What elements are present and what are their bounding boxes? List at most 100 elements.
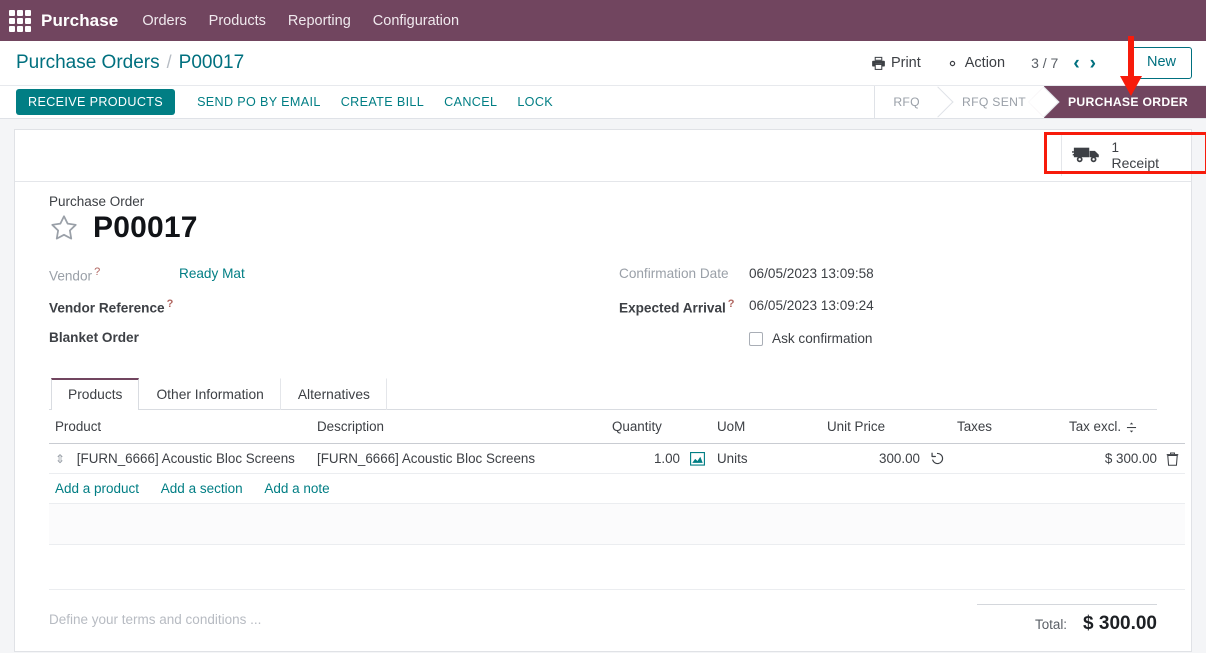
- new-button[interactable]: New: [1130, 47, 1192, 79]
- add-a-note-link[interactable]: Add a note: [264, 481, 329, 496]
- expected-arrival-help-icon[interactable]: ?: [728, 298, 735, 310]
- add-a-product-link[interactable]: Add a product: [55, 481, 139, 496]
- action-button[interactable]: Action: [933, 51, 1017, 75]
- add-a-section-link[interactable]: Add a section: [161, 481, 243, 496]
- field-vendor: Vendor? Ready Mat: [49, 263, 619, 295]
- send-po-by-email-button[interactable]: SEND PO BY EMAIL: [187, 90, 331, 114]
- control-panel-right: Print Action 3 / 7 ‹ › New: [859, 47, 1192, 79]
- control-panel: Purchase Orders / P00017 Print Action 3 …: [0, 41, 1206, 86]
- nav-menu-products[interactable]: Products: [209, 13, 266, 29]
- nav-menu-orders[interactable]: Orders: [142, 13, 186, 29]
- confirmation-date-label-text: Confirmation Date: [619, 266, 729, 281]
- apps-grid-icon[interactable]: [8, 9, 32, 33]
- total-amount: $ 300.00: [1083, 613, 1157, 634]
- cell-product[interactable]: ⇕ [FURN_6666] Acoustic Bloc Screens: [49, 443, 311, 474]
- form-sheet-wrapper: 1 Receipt Purchase Order P00017 Vendor ?…: [0, 119, 1206, 652]
- cell-tax-excl: $ 300.00: [1063, 443, 1185, 474]
- table-row[interactable]: ⇕ [FURN_6666] Acoustic Bloc Screens [FUR…: [49, 443, 1185, 474]
- confirmation-date-value: 06/05/2023 13:09:58: [749, 266, 874, 281]
- page-title: P00017: [93, 211, 198, 244]
- pager-previous-icon[interactable]: ‹: [1068, 54, 1084, 73]
- create-bill-button[interactable]: CREATE BILL: [331, 90, 434, 114]
- printer-icon: [872, 56, 885, 70]
- blanket-order-label-text: Blanket Order: [49, 330, 139, 345]
- expected-arrival-value[interactable]: 06/05/2023 13:09:24: [749, 295, 874, 313]
- workflow-buttons: RECEIVE PRODUCTS SEND PO BY EMAIL CREATE…: [0, 86, 563, 118]
- cell-unit-price[interactable]: 300.00: [821, 443, 951, 474]
- filler-row-1: [49, 503, 1185, 545]
- sheet-footer: Define your terms and conditions ... Tot…: [15, 590, 1191, 635]
- truck-icon: [1071, 148, 1099, 163]
- terms-and-conditions-input[interactable]: Define your terms and conditions ...: [49, 604, 977, 627]
- vendor-reference-label: Vendor Reference?: [49, 295, 179, 316]
- cell-quantity[interactable]: 1.00: [606, 443, 711, 474]
- stage-rfq-sent[interactable]: RFQ SENT: [937, 86, 1044, 118]
- field-confirmation-date: Confirmation Date 06/05/2023 13:09:58: [619, 263, 1157, 295]
- order-lines-table: Product Description Quantity UoM Unit Pr…: [49, 410, 1185, 590]
- receipt-smart-button-text: 1 Receipt: [1112, 140, 1159, 172]
- breadcrumb-purchase-orders[interactable]: Purchase Orders: [16, 52, 160, 74]
- ask-confirmation-checkbox[interactable]: [749, 331, 763, 346]
- field-vendor-reference: Vendor Reference?: [49, 295, 619, 327]
- column-tax-excl: Tax excl.: [1063, 410, 1185, 444]
- cell-taxes[interactable]: [951, 443, 1063, 474]
- nav-menu-reporting[interactable]: Reporting: [288, 13, 351, 29]
- stage-purchase-order[interactable]: PURCHASE ORDER: [1044, 86, 1206, 118]
- tab-products[interactable]: Products: [51, 378, 140, 410]
- right-field-column: Confirmation Date 06/05/2023 13:09:58 Ex…: [619, 263, 1157, 359]
- favorite-star-icon[interactable]: [49, 213, 79, 243]
- forecast-chart-icon[interactable]: [690, 451, 705, 466]
- vendor-label: Vendor?: [49, 263, 179, 284]
- print-button[interactable]: Print: [859, 51, 933, 75]
- trash-icon[interactable]: [1166, 451, 1179, 466]
- cell-quantity-text: 1.00: [653, 451, 680, 466]
- breadcrumb-current-record: P00017: [178, 52, 245, 73]
- field-blanket-order: Blanket Order: [49, 327, 619, 359]
- tab-other-information[interactable]: Other Information: [139, 378, 281, 410]
- history-reset-icon[interactable]: [930, 451, 945, 466]
- status-bar-row: RECEIVE PRODUCTS SEND PO BY EMAIL CREATE…: [0, 86, 1206, 119]
- column-taxes: Taxes: [951, 410, 1063, 444]
- vendor-reference-label-text: Vendor Reference: [49, 300, 165, 316]
- ask-confirmation-label[interactable]: Ask confirmation: [772, 331, 872, 346]
- blanket-order-label: Blanket Order: [49, 327, 179, 345]
- column-product: Product: [49, 410, 311, 444]
- field-columns: Vendor? Ready Mat Vendor Reference? Blan…: [49, 263, 1157, 359]
- pager-counter[interactable]: 3 / 7: [1031, 55, 1058, 71]
- optional-columns-toggle-icon[interactable]: [1125, 421, 1138, 434]
- cell-tax-excl-text: $ 300.00: [1104, 451, 1157, 466]
- vendor-reference-help-icon[interactable]: ?: [167, 298, 174, 310]
- expected-arrival-label: Expected Arrival?: [619, 295, 749, 316]
- top-navbar: Purchase Orders Products Reporting Confi…: [0, 0, 1206, 41]
- breadcrumb-separator: /: [166, 52, 172, 72]
- pager-next-icon[interactable]: ›: [1085, 54, 1101, 73]
- stage-pipeline: RFQ RFQ SENT PURCHASE ORDER: [874, 86, 1206, 118]
- odoo-purchase-order-screen: Purchase Orders Products Reporting Confi…: [0, 0, 1206, 653]
- app-brand-name[interactable]: Purchase: [41, 11, 118, 31]
- action-label: Action: [964, 55, 1006, 71]
- lock-button[interactable]: LOCK: [507, 90, 563, 114]
- vendor-help-icon[interactable]: ?: [94, 266, 100, 278]
- gear-icon: [949, 60, 955, 66]
- cell-uom[interactable]: Units: [711, 443, 821, 474]
- receive-products-button[interactable]: RECEIVE PRODUCTS: [16, 89, 176, 115]
- drag-handle-icon[interactable]: ⇕: [55, 452, 65, 466]
- column-unit-price: Unit Price: [821, 410, 951, 444]
- vendor-value[interactable]: Ready Mat: [179, 263, 245, 281]
- cell-product-text: [FURN_6666] Acoustic Bloc Screens: [76, 451, 295, 466]
- total-label: Total:: [1035, 617, 1068, 632]
- column-description: Description: [311, 410, 606, 444]
- column-tax-excl-label: Tax excl.: [1069, 419, 1122, 434]
- column-uom: UoM: [711, 410, 821, 444]
- column-quantity: Quantity: [606, 410, 711, 444]
- cancel-button[interactable]: CANCEL: [434, 90, 507, 114]
- smart-button-box: 1 Receipt: [15, 130, 1206, 182]
- nav-menu-configuration[interactable]: Configuration: [373, 13, 459, 29]
- cell-description[interactable]: [FURN_6666] Acoustic Bloc Screens: [311, 443, 606, 474]
- form-sheet: 1 Receipt Purchase Order P00017 Vendor ?…: [14, 129, 1206, 652]
- stage-rfq[interactable]: RFQ: [875, 86, 938, 118]
- receipt-smart-button[interactable]: 1 Receipt: [1060, 134, 1177, 177]
- filler-row-2: [49, 544, 1185, 590]
- ask-confirmation-row: Ask confirmation: [749, 327, 1157, 346]
- tab-alternatives[interactable]: Alternatives: [281, 378, 387, 410]
